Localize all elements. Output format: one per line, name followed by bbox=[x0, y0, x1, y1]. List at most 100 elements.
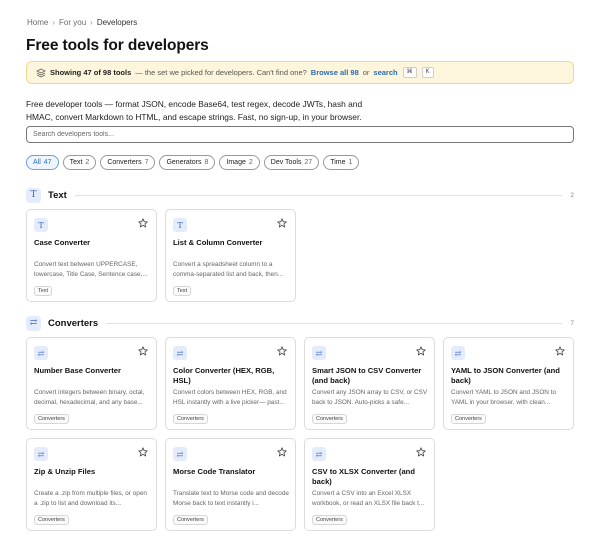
card-tag: Converters bbox=[34, 414, 69, 424]
swap-arrows-icon: ⇄ bbox=[34, 346, 48, 360]
swap-arrows-icon: ⇄ bbox=[34, 447, 48, 461]
filter-chip-image[interactable]: Image 2 bbox=[219, 155, 260, 170]
card-title: Zip & Unzip Files bbox=[34, 467, 96, 476]
chip-count: 2 bbox=[248, 159, 253, 166]
card-description: Convert any JSON array to CSV, or CSV ba… bbox=[312, 389, 428, 406]
chip-label: All bbox=[33, 159, 41, 166]
star-icon[interactable] bbox=[277, 346, 287, 356]
section-count: 7 bbox=[570, 319, 574, 327]
card-tag: Converters bbox=[173, 414, 208, 424]
browse-all-link[interactable]: Browse all 98 bbox=[311, 68, 359, 77]
star-icon[interactable] bbox=[138, 346, 148, 356]
chip-count: 2 bbox=[85, 159, 90, 166]
notice-text: — the set we picked for developers. Can'… bbox=[135, 68, 307, 77]
star-icon[interactable] bbox=[277, 218, 287, 228]
breadcrumb-for-you[interactable]: For you bbox=[59, 18, 86, 27]
card-description: Convert a CSV into an Excel XLSX workboo… bbox=[312, 490, 425, 507]
filter-chip-converters[interactable]: Converters 7 bbox=[100, 155, 156, 170]
card-description: Create a .zip from multiple files, or op… bbox=[34, 490, 147, 507]
notice-banner: Showing 47 of 98 tools — the set we pick… bbox=[26, 61, 574, 84]
star-icon[interactable] bbox=[416, 346, 426, 356]
section-title: Converters bbox=[48, 317, 99, 329]
swap-arrows-icon: ⇄ bbox=[312, 447, 326, 461]
page-title: Free tools for developers bbox=[26, 37, 209, 54]
kbd-k: K bbox=[421, 67, 434, 78]
chip-label: Image bbox=[226, 159, 246, 166]
notice-showing: Showing 47 of 98 tools bbox=[50, 68, 132, 77]
tool-card-color-converter[interactable]: ⇄ Color Converter (HEX, RGB, HSL) Conver… bbox=[165, 337, 296, 430]
section-header-converters: ⇄ Converters 7 bbox=[26, 315, 574, 331]
card-description: Convert YAML to JSON and JSON to YAML in… bbox=[451, 389, 557, 406]
section-count: 2 bbox=[570, 191, 574, 199]
star-icon[interactable] bbox=[416, 447, 426, 457]
tool-card-csv-xlsx-converter[interactable]: ⇄ CSV to XLSX Converter (and back) Conve… bbox=[304, 438, 435, 531]
card-description: Convert colors between HEX, RGB, and HSL… bbox=[173, 389, 287, 406]
section-divider bbox=[74, 194, 563, 196]
card-title: Morse Code Translator bbox=[173, 467, 256, 476]
swap-arrows-icon: ⇄ bbox=[451, 346, 465, 360]
star-icon[interactable] bbox=[555, 346, 565, 356]
chip-label: Dev Tools bbox=[270, 159, 302, 166]
chip-count: 8 bbox=[204, 159, 209, 166]
card-title: CSV to XLSX Converter (and back) bbox=[312, 467, 415, 486]
card-description: Convert integers between binary, octal, … bbox=[34, 389, 145, 406]
swap-arrows-icon: ⇄ bbox=[26, 315, 41, 331]
section-title: Text bbox=[48, 189, 67, 201]
card-tag: Converters bbox=[312, 515, 347, 525]
chip-label: Generators bbox=[166, 159, 202, 166]
section-header-text: T Text 2 bbox=[26, 187, 574, 203]
breadcrumb: Home › For you › Developers bbox=[27, 18, 137, 27]
filter-chip-all[interactable]: All 47 bbox=[26, 155, 59, 170]
star-icon[interactable] bbox=[277, 447, 287, 457]
card-title: YAML to JSON Converter (and back) bbox=[451, 366, 560, 385]
chip-count: 7 bbox=[144, 159, 149, 166]
card-tag: Converters bbox=[173, 515, 208, 525]
section-divider bbox=[106, 322, 563, 324]
star-icon[interactable] bbox=[138, 447, 148, 457]
filter-chip-dev-tools[interactable]: Dev Tools 27 bbox=[263, 155, 320, 170]
filter-chips: All 47 Text 2 Converters 7 Generators 8 … bbox=[26, 155, 360, 170]
notice-or: or bbox=[362, 68, 370, 77]
card-description: Convert a spreadsheet column to a comma-… bbox=[173, 261, 284, 278]
chip-count: 27 bbox=[304, 159, 313, 166]
card-title: List & Column Converter bbox=[173, 238, 263, 247]
tool-card-number-base-converter[interactable]: ⇄ Number Base Converter Convert integers… bbox=[26, 337, 157, 430]
tool-card-zip-unzip[interactable]: ⇄ Zip & Unzip Files Create a .zip from m… bbox=[26, 438, 157, 531]
chip-count: 1 bbox=[348, 159, 353, 166]
card-title: Case Converter bbox=[34, 238, 91, 247]
card-description: Convert text between UPPERCASE, lowercas… bbox=[34, 261, 148, 278]
swap-arrows-icon: ⇄ bbox=[312, 346, 326, 360]
filter-chip-text[interactable]: Text 2 bbox=[62, 155, 97, 170]
page-description: Free developer tools — format JSON, enco… bbox=[26, 99, 363, 122]
breadcrumb-current: Developers bbox=[96, 18, 138, 27]
tool-card-list-column-converter[interactable]: T List & Column Converter Convert a spre… bbox=[165, 209, 296, 302]
tool-card-case-converter[interactable]: T Case Converter Convert text between UP… bbox=[26, 209, 157, 302]
card-title: Number Base Converter bbox=[34, 366, 121, 375]
tool-card-yaml-json-converter[interactable]: ⇄ YAML to JSON Converter (and back) Conv… bbox=[443, 337, 574, 430]
card-tag: Converters bbox=[451, 414, 486, 424]
card-tag: Converters bbox=[34, 515, 69, 525]
card-tag: Text bbox=[173, 286, 192, 296]
breadcrumb-separator: › bbox=[90, 18, 93, 27]
swap-arrows-icon: ⇄ bbox=[173, 447, 187, 461]
filter-chip-generators[interactable]: Generators 8 bbox=[159, 155, 216, 170]
layers-icon bbox=[36, 68, 46, 77]
tool-card-morse-code[interactable]: ⇄ Morse Code Translator Translate text t… bbox=[165, 438, 296, 531]
text-type-icon: T bbox=[34, 218, 48, 232]
chip-count: 47 bbox=[43, 159, 52, 166]
breadcrumb-separator: › bbox=[52, 18, 56, 27]
card-title: Color Converter (HEX, RGB, HSL) bbox=[173, 366, 275, 385]
breadcrumb-home[interactable]: Home bbox=[27, 18, 48, 27]
filter-chip-time[interactable]: Time 1 bbox=[323, 155, 360, 170]
swap-arrows-icon: ⇄ bbox=[173, 346, 187, 360]
chip-label: Converters bbox=[107, 159, 142, 166]
star-icon[interactable] bbox=[138, 218, 148, 228]
search-link[interactable]: search bbox=[373, 68, 397, 77]
tool-card-json-csv-converter[interactable]: ⇄ Smart JSON to CSV Converter (and back)… bbox=[304, 337, 435, 430]
card-tag: Text bbox=[34, 286, 53, 296]
chip-label: Text bbox=[69, 159, 83, 166]
kbd-cmd: ⌘ bbox=[402, 67, 417, 78]
text-type-icon: T bbox=[173, 218, 187, 232]
search-input[interactable] bbox=[26, 126, 574, 143]
card-tag: Converters bbox=[312, 414, 347, 424]
